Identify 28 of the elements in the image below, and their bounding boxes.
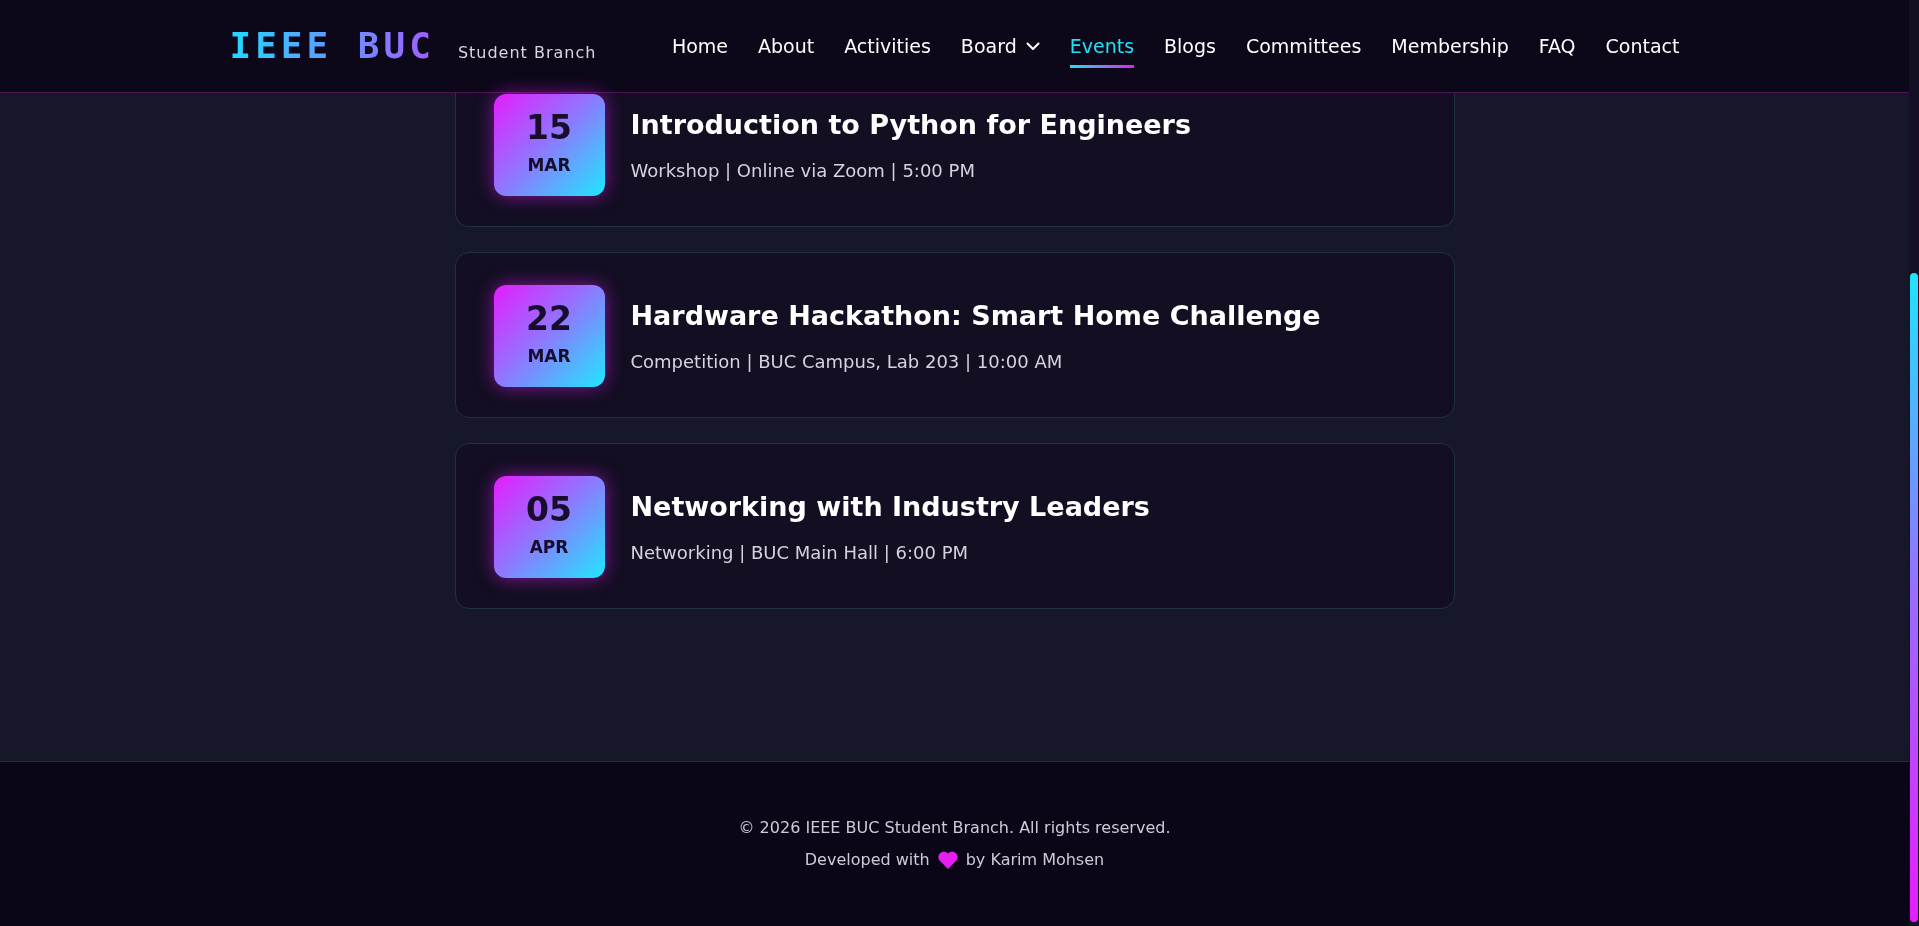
credit-text: Developed with [804,849,930,871]
event-month: MAR [527,345,571,367]
event-title: Networking with Industry Leaders [630,490,1150,524]
author-text: by Karim Mohsen [965,849,1105,871]
nav-link[interactable]: Blogs [1164,24,1216,68]
nav-link[interactable]: Committees [1245,24,1362,68]
event-month: MAR [527,154,571,176]
event-meta: Competition | BUC Campus, Lab 203 | 10:00 AM [630,350,1064,374]
event-title: Hardware Hackathon: Smart Home Challenge [630,299,1321,333]
event-month: APR [529,536,569,558]
event-day: 05 [526,491,572,529]
nav-link[interactable]: Contact [1605,24,1680,68]
nav-link[interactable]: FAQ [1538,24,1576,68]
scrollbar-thumb[interactable] [1910,273,1918,922]
heart-icon [937,851,958,869]
event-meta: Networking | BUC Main Hall | 6:00 PM [630,541,970,565]
event-meta: Workshop | Online via Zoom | 5:00 PM [630,159,976,183]
copyright-text: © 2026 IEEE BUC Student Branch. All rights reserved. [738,817,1171,839]
nav-link[interactable]: Membership [1391,24,1509,68]
nav-link[interactable]: Home [671,24,728,68]
nav-link[interactable]: About [758,24,815,68]
event-day: 22 [526,300,572,338]
caret-icon [1025,41,1040,51]
event-title: Introduction to Python for Engineers [630,108,1191,142]
tagline-text: Student Branch [457,43,597,62]
nav-dropdown[interactable]: Board [960,24,1040,68]
nav-link[interactable]: Activities [844,24,931,68]
event-day: 15 [526,109,572,147]
